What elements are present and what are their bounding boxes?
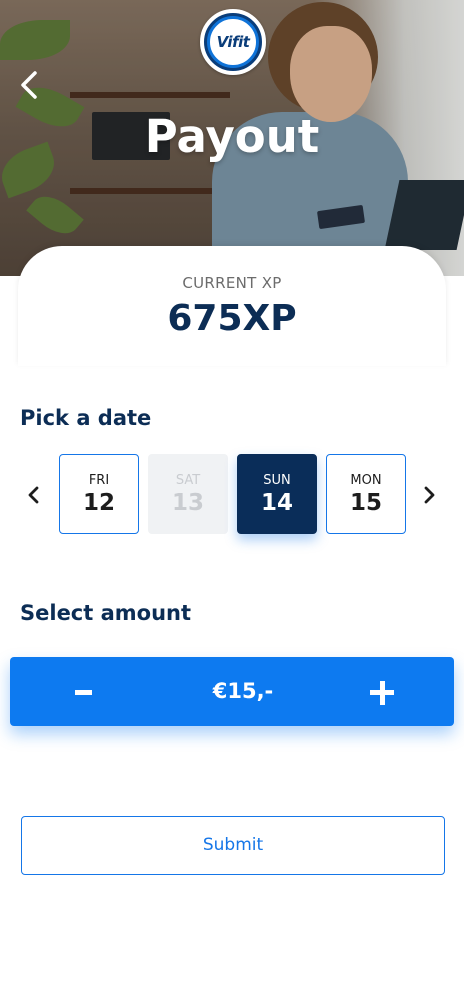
chevron-left-icon xyxy=(28,486,39,504)
date-option-sat-13: SAT 13 xyxy=(148,454,228,534)
amount-value: €15,- xyxy=(212,679,274,703)
brand-logo: Vifit xyxy=(200,9,266,75)
date-day-number: 15 xyxy=(349,489,382,516)
date-day-number: 13 xyxy=(171,489,204,516)
current-xp-label: CURRENT XP xyxy=(182,274,282,292)
date-next-button[interactable] xyxy=(415,478,445,512)
back-button[interactable] xyxy=(14,68,44,102)
pick-date-title: Pick a date xyxy=(20,406,152,430)
date-option-fri-12[interactable]: FRI 12 xyxy=(59,454,139,534)
xp-card-side xyxy=(0,276,18,366)
date-day-number: 12 xyxy=(82,489,115,516)
date-option-mon-15[interactable]: MON 15 xyxy=(326,454,406,534)
date-weekday: SAT xyxy=(175,472,201,488)
chevron-left-icon xyxy=(21,71,37,99)
current-xp-value: 675XP xyxy=(167,298,297,339)
amount-decrement-button[interactable] xyxy=(54,657,114,726)
current-xp-card: CURRENT XP 675XP xyxy=(18,246,446,366)
date-weekday: SUN xyxy=(263,472,291,488)
date-option-sun-14[interactable]: SUN 14 xyxy=(237,454,317,534)
amount-stepper: €15,- xyxy=(10,657,454,726)
date-day-number: 14 xyxy=(260,489,293,516)
xp-card-side xyxy=(446,276,464,366)
date-weekday: MON xyxy=(350,472,382,488)
date-prev-button[interactable] xyxy=(18,478,48,512)
date-weekday: FRI xyxy=(88,472,110,488)
minus-icon xyxy=(75,690,92,695)
select-amount-title: Select amount xyxy=(20,601,192,625)
submit-button[interactable]: Submit xyxy=(21,816,445,875)
payout-screen: Vifit Payout CURRENT XP 675XP Pick a dat… xyxy=(0,0,464,1000)
chevron-right-icon xyxy=(424,486,435,504)
page-title: Payout xyxy=(144,110,320,163)
amount-increment-button[interactable] xyxy=(354,657,414,726)
brand-logo-text: Vifit xyxy=(207,16,259,68)
